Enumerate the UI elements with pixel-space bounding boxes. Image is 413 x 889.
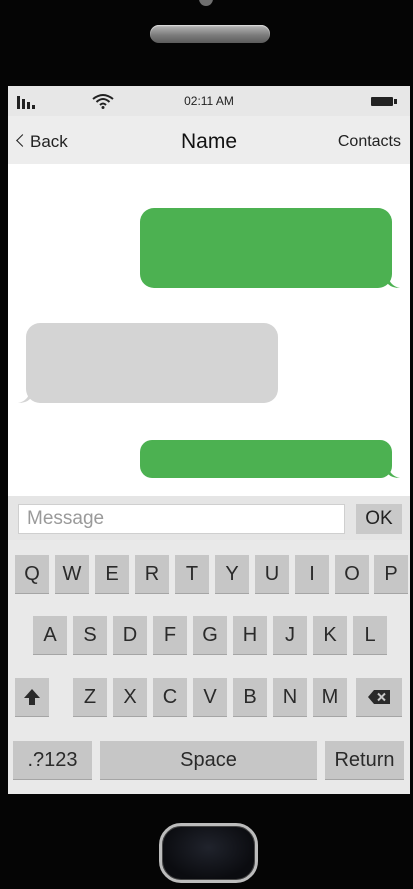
on-screen-keyboard: Q W E R T Y U I O P A S D F G H J K L Z …: [8, 540, 410, 794]
shift-key[interactable]: [15, 678, 49, 716]
numbers-key[interactable]: .?123: [13, 741, 92, 779]
return-key[interactable]: Return: [325, 741, 404, 779]
message-thread: [8, 164, 410, 496]
contacts-button[interactable]: Contacts: [338, 133, 401, 151]
key-j[interactable]: J: [273, 616, 307, 654]
phone-frame: 02:11 AM Back Name Contacts Message OK Q…: [0, 0, 413, 889]
key-a[interactable]: A: [33, 616, 67, 654]
key-i[interactable]: I: [295, 555, 329, 593]
key-p[interactable]: P: [374, 555, 408, 593]
key-o[interactable]: O: [335, 555, 369, 593]
key-u[interactable]: U: [255, 555, 289, 593]
navigation-bar: Back Name Contacts: [8, 116, 410, 164]
outgoing-message-bubble[interactable]: [140, 208, 392, 288]
key-y[interactable]: Y: [215, 555, 249, 593]
status-time: 02:11 AM: [184, 94, 234, 108]
outgoing-message-bubble[interactable]: [140, 440, 392, 478]
space-key[interactable]: Space: [100, 741, 317, 779]
message-input[interactable]: [18, 504, 345, 534]
key-g[interactable]: G: [193, 616, 227, 654]
earpiece-speaker: [150, 25, 270, 43]
key-s[interactable]: S: [73, 616, 107, 654]
shift-arrow-icon: [24, 689, 40, 705]
message-composer: OK: [8, 496, 410, 540]
bubble-tail: [388, 276, 400, 288]
incoming-message-bubble[interactable]: [26, 323, 278, 403]
key-d[interactable]: D: [113, 616, 147, 654]
status-bar: 02:11 AM: [8, 86, 410, 116]
send-button[interactable]: OK: [356, 504, 402, 534]
home-button[interactable]: [159, 823, 258, 883]
backspace-key[interactable]: [356, 678, 402, 716]
key-n[interactable]: N: [273, 678, 307, 716]
key-r[interactable]: R: [135, 555, 169, 593]
backspace-icon: [368, 690, 390, 704]
key-f[interactable]: F: [153, 616, 187, 654]
key-b[interactable]: B: [233, 678, 267, 716]
key-x[interactable]: X: [113, 678, 147, 716]
key-q[interactable]: Q: [15, 555, 49, 593]
front-camera: [199, 0, 213, 6]
bubble-tail: [388, 466, 400, 478]
key-v[interactable]: V: [193, 678, 227, 716]
bubble-tail: [18, 391, 30, 403]
battery-icon: [371, 97, 397, 106]
key-k[interactable]: K: [313, 616, 347, 654]
key-z[interactable]: Z: [73, 678, 107, 716]
key-c[interactable]: C: [153, 678, 187, 716]
key-w[interactable]: W: [55, 555, 89, 593]
key-l[interactable]: L: [353, 616, 387, 654]
key-e[interactable]: E: [95, 555, 129, 593]
key-h[interactable]: H: [233, 616, 267, 654]
key-t[interactable]: T: [175, 555, 209, 593]
phone-screen: 02:11 AM Back Name Contacts Message OK Q…: [8, 86, 410, 794]
key-m[interactable]: M: [313, 678, 347, 716]
